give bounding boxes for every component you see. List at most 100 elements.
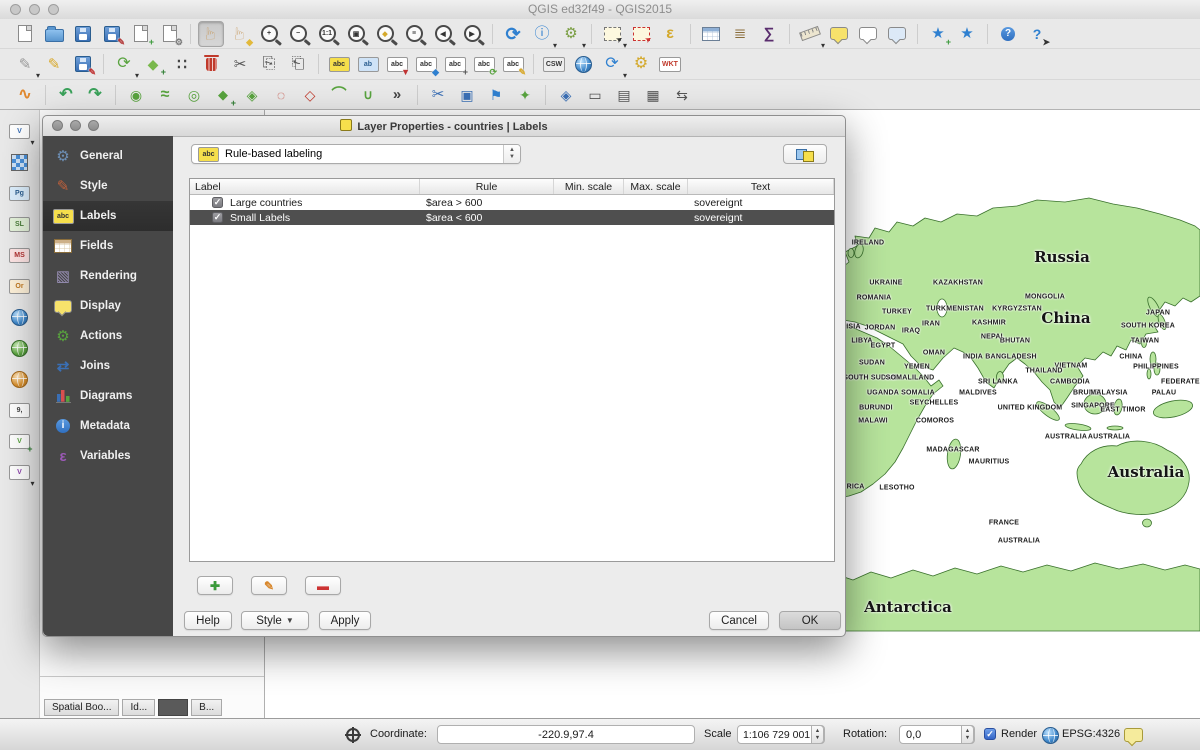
- show-bookmarks-icon[interactable]: ★: [954, 21, 980, 47]
- delete-selected-icon[interactable]: [198, 51, 224, 77]
- map-swipe-icon[interactable]: ⇆: [669, 82, 695, 108]
- panel-tab-spatialboo[interactable]: Spatial Boo...: [44, 699, 119, 716]
- add-wfs-layer-icon[interactable]: [7, 366, 33, 392]
- georeferencer-icon[interactable]: ⚑: [483, 82, 509, 108]
- zoom-full-icon[interactable]: ▣: [343, 21, 369, 47]
- add-delimited-text-layer-icon[interactable]: 9,: [7, 397, 33, 423]
- layer-labeling-options-icon[interactable]: abc: [326, 51, 352, 77]
- open-project-icon[interactable]: [41, 21, 67, 47]
- edit-rule-button[interactable]: ✎: [251, 576, 287, 595]
- undo-icon[interactable]: ↶: [53, 82, 79, 108]
- sidebar-item-variables[interactable]: εVariables: [43, 441, 173, 471]
- rule-row[interactable]: ✓Small Labels$area < 600sovereignt: [190, 210, 834, 225]
- advanced-digitizing-icon[interactable]: ∿: [12, 82, 38, 108]
- add-feature-icon[interactable]: ◆+: [140, 51, 166, 77]
- highlight-pinned-labels-icon[interactable]: abc◆: [413, 51, 439, 77]
- sidebar-item-style[interactable]: ✎Style: [43, 171, 173, 201]
- rule-checkbox[interactable]: ✓: [212, 212, 223, 223]
- cancel-button[interactable]: Cancel: [709, 611, 769, 630]
- sidebar-item-joins[interactable]: ⇄Joins: [43, 351, 173, 381]
- text-annotation-icon[interactable]: [855, 21, 881, 47]
- select-features-icon[interactable]: ➤: [599, 21, 625, 47]
- rotation-stepper-icon[interactable]: ▲▼: [961, 725, 974, 744]
- pan-to-selection-icon[interactable]: ☞◆: [227, 21, 253, 47]
- plugin-reload-icon[interactable]: ⟳: [599, 51, 625, 77]
- rotation-spinbox[interactable]: 0,0▲▼: [899, 725, 975, 744]
- map-tips-icon[interactable]: [826, 21, 852, 47]
- redo-icon[interactable]: ↷: [82, 82, 108, 108]
- select-by-expression-icon[interactable]: ε: [657, 21, 683, 47]
- automated-placement-settings-button[interactable]: [783, 144, 827, 164]
- rules-table[interactable]: LabelRuleMin. scaleMax. scaleText ✓Large…: [189, 178, 835, 562]
- spatial-query-icon[interactable]: ◈: [553, 82, 579, 108]
- identify-features-icon[interactable]: ⓘ: [529, 21, 555, 47]
- new-project-icon[interactable]: [12, 21, 38, 47]
- ok-button[interactable]: OK: [779, 611, 841, 630]
- sidebar-item-labels[interactable]: abcLabels: [43, 201, 173, 231]
- map-refresh-icon[interactable]: ⟳: [500, 21, 526, 47]
- options-gear-icon[interactable]: ⚙: [628, 51, 654, 77]
- change-label-properties-icon[interactable]: abc✎: [500, 51, 526, 77]
- messages-button[interactable]: [1124, 728, 1143, 745]
- render-checkbox[interactable]: ✓: [984, 728, 996, 740]
- add-wcs-layer-icon[interactable]: [7, 335, 33, 361]
- zoom-next-icon[interactable]: ▶: [459, 21, 485, 47]
- wkt-tools-icon[interactable]: WKT: [657, 51, 683, 77]
- add-spatialite-layer-icon[interactable]: SL: [7, 211, 33, 237]
- split-features-icon[interactable]: ✂: [425, 82, 451, 108]
- labeling-mode-select[interactable]: abc Rule-based labeling ▲▼: [191, 144, 521, 164]
- delete-part-icon[interactable]: ◇: [297, 82, 323, 108]
- paste-features-icon[interactable]: ⎗: [285, 51, 311, 77]
- reshape-features-icon[interactable]: ⌒: [326, 82, 352, 108]
- sidebar-item-rendering[interactable]: ▧Rendering: [43, 261, 173, 291]
- metasearch-catalog-icon[interactable]: [570, 51, 596, 77]
- add-rule-button[interactable]: ✚: [197, 576, 233, 595]
- move-label-icon[interactable]: abc+: [442, 51, 468, 77]
- add-wms-layer-icon[interactable]: [7, 304, 33, 330]
- scale-combobox[interactable]: 1:106 729 001▲▼: [737, 725, 825, 744]
- heatmap-icon[interactable]: ✦: [512, 82, 538, 108]
- raster-calculator-icon[interactable]: ▤: [611, 82, 637, 108]
- add-ring-icon[interactable]: ◎: [181, 82, 207, 108]
- rule-checkbox[interactable]: ✓: [212, 197, 223, 208]
- new-bookmark-icon[interactable]: ★+: [925, 21, 951, 47]
- node-tool-icon[interactable]: ∷: [169, 51, 195, 77]
- deselect-features-icon[interactable]: ➤: [628, 21, 654, 47]
- save-layer-edits-icon[interactable]: ✎: [70, 51, 96, 77]
- crs-status-button[interactable]: [1042, 727, 1059, 747]
- open-attribute-table-icon[interactable]: [698, 21, 724, 47]
- panel-tab-selected[interactable]: [158, 699, 188, 716]
- copy-features-icon[interactable]: ⎘: [256, 51, 282, 77]
- csw-metasearch-icon[interactable]: CSW: [541, 51, 567, 77]
- extent-rectangle-icon[interactable]: ▭: [582, 82, 608, 108]
- merge-features-icon[interactable]: ▣: [454, 82, 480, 108]
- whats-this-icon[interactable]: ?➤: [1024, 21, 1050, 47]
- pan-map-icon[interactable]: ☞: [198, 21, 224, 47]
- coordinate-display-toggle-button[interactable]: [346, 728, 360, 745]
- measure-line-icon[interactable]: [797, 21, 823, 47]
- add-postgis-layer-icon[interactable]: Pg: [7, 180, 33, 206]
- current-edits-icon[interactable]: ✎: [12, 51, 38, 77]
- panel-tab-b[interactable]: B...: [191, 699, 222, 716]
- fill-ring-icon[interactable]: ◈: [239, 82, 265, 108]
- remove-rule-button[interactable]: ▬: [305, 576, 341, 595]
- rule-row[interactable]: ✓Large countries$area > 600sovereignt: [190, 195, 834, 210]
- new-print-composer-icon[interactable]: +: [128, 21, 154, 47]
- sidebar-item-diagrams[interactable]: Diagrams: [43, 381, 173, 411]
- help-button[interactable]: Help: [184, 611, 232, 630]
- scale-combo-arrows-icon[interactable]: ▲▼: [811, 725, 824, 744]
- delete-ring-icon[interactable]: ◌: [268, 82, 294, 108]
- add-mssql-layer-icon[interactable]: MS: [7, 242, 33, 268]
- apply-button[interactable]: Apply: [319, 611, 371, 630]
- sidebar-item-general[interactable]: ⚙General: [43, 141, 173, 171]
- sidebar-item-actions[interactable]: ⚙Actions: [43, 321, 173, 351]
- form-annotation-icon[interactable]: [884, 21, 910, 47]
- zoom-to-layer-icon[interactable]: ≡: [401, 21, 427, 47]
- sidebar-item-fields[interactable]: Fields: [43, 231, 173, 261]
- zoom-out-icon[interactable]: −: [285, 21, 311, 47]
- coordinate-input[interactable]: -220.9,97.4: [437, 725, 695, 744]
- rotate-feature-icon[interactable]: ⟳: [111, 51, 137, 77]
- style-menu-button[interactable]: Style▼: [241, 611, 309, 630]
- save-project-as-icon[interactable]: ✎: [99, 21, 125, 47]
- field-calculator-icon[interactable]: ≣: [727, 21, 753, 47]
